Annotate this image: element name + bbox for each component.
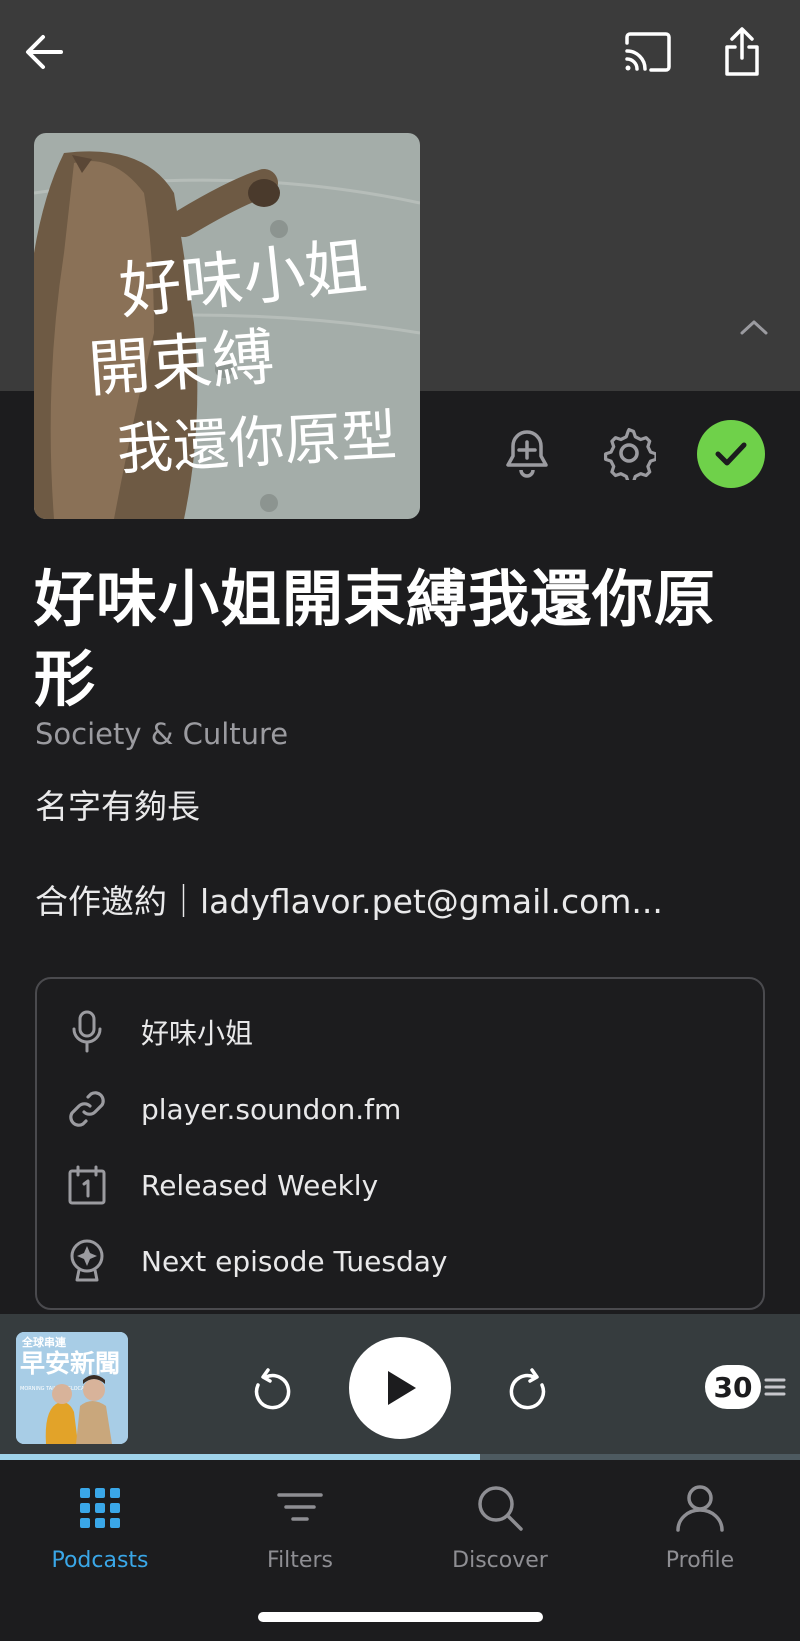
- next-episode-icon: [63, 1237, 111, 1285]
- podcast-description-line1: 名字有夠長: [35, 787, 200, 826]
- info-author-row: 好味小姐: [37, 1002, 763, 1062]
- info-next-episode-text: Next episode Tuesday: [141, 1244, 448, 1278]
- check-icon: [715, 442, 747, 466]
- now-playing-art[interactable]: 全球串連 早安新聞 MORNING TAIWAN GLOCAL NEWS: [16, 1332, 128, 1444]
- home-indicator: [258, 1612, 543, 1622]
- share-button[interactable]: [716, 22, 768, 82]
- info-next-episode-row: Next episode Tuesday: [37, 1231, 763, 1291]
- rewind-button[interactable]: [248, 1364, 296, 1416]
- now-playing-art-top: 全球串連: [21, 1335, 67, 1349]
- podcast-cover-art: 好味小姐 開束縛 我還你原型: [34, 133, 420, 519]
- up-next-button[interactable]: 30: [702, 1362, 790, 1412]
- now-playing-art-title: 早安新聞: [20, 1349, 120, 1378]
- info-frequency-text: Released Weekly: [141, 1168, 379, 1202]
- play-icon: [388, 1371, 416, 1405]
- play-button[interactable]: [349, 1337, 451, 1439]
- rewind-icon: [254, 1368, 291, 1410]
- up-next-count: 30: [705, 1365, 761, 1409]
- search-icon: [470, 1478, 530, 1538]
- list-icon: [764, 1378, 786, 1396]
- grid-icon: [70, 1478, 130, 1538]
- cast-icon: [625, 32, 671, 72]
- podcast-description-line2[interactable]: 合作邀約｜ladyflavor.pet@gmail.com...: [35, 875, 663, 923]
- tab-podcasts-label: Podcasts: [51, 1548, 149, 1573]
- tab-discover[interactable]: Discover: [400, 1478, 600, 1588]
- info-website-text[interactable]: player.soundon.fm: [141, 1093, 401, 1126]
- skip-forward-button[interactable]: [504, 1364, 552, 1416]
- calendar-icon: [63, 1161, 111, 1209]
- link-icon: [63, 1085, 111, 1133]
- tab-profile-label: Profile: [665, 1548, 735, 1573]
- chevron-up-icon: [740, 320, 768, 335]
- tab-profile[interactable]: Profile: [600, 1478, 800, 1588]
- mini-player[interactable]: 全球串連 早安新聞 MORNING TAIWAN GLOCAL NEWS 30: [0, 1314, 800, 1460]
- profile-icon: [670, 1478, 730, 1538]
- podcast-title: 好味小姐開束縛我還你原形: [34, 564, 717, 715]
- collapse-button[interactable]: [732, 305, 776, 349]
- podcast-info-box: 好味小姐 player.soundon.fm Released Weekly N…: [35, 977, 765, 1310]
- skip-forward-icon: [509, 1368, 546, 1410]
- share-icon: [725, 27, 759, 76]
- subscribed-button[interactable]: [697, 420, 765, 488]
- tab-bar: Podcasts Filters Discover Profile: [0, 1460, 800, 1641]
- settings-button[interactable]: [598, 422, 660, 484]
- tab-filters-label: Filters: [267, 1548, 333, 1573]
- back-arrow-icon: [26, 35, 63, 69]
- gear-icon: [603, 427, 656, 480]
- cover-text-line2: 開束縛: [86, 320, 277, 406]
- cast-button[interactable]: [620, 26, 676, 78]
- filter-icon: [270, 1478, 330, 1538]
- notifications-button[interactable]: [498, 424, 556, 482]
- podcast-category[interactable]: Society & Culture: [35, 717, 288, 751]
- info-author-text: 好味小姐: [141, 1017, 254, 1050]
- back-button[interactable]: [18, 26, 70, 78]
- info-frequency-row: Released Weekly: [37, 1155, 763, 1215]
- microphone-icon: [63, 1008, 111, 1056]
- tab-discover-label: Discover: [452, 1548, 548, 1573]
- bell-plus-icon: [506, 430, 548, 478]
- tab-filters[interactable]: Filters: [200, 1478, 400, 1588]
- info-website-row[interactable]: player.soundon.fm: [37, 1079, 763, 1139]
- tab-podcasts[interactable]: Podcasts: [0, 1478, 200, 1588]
